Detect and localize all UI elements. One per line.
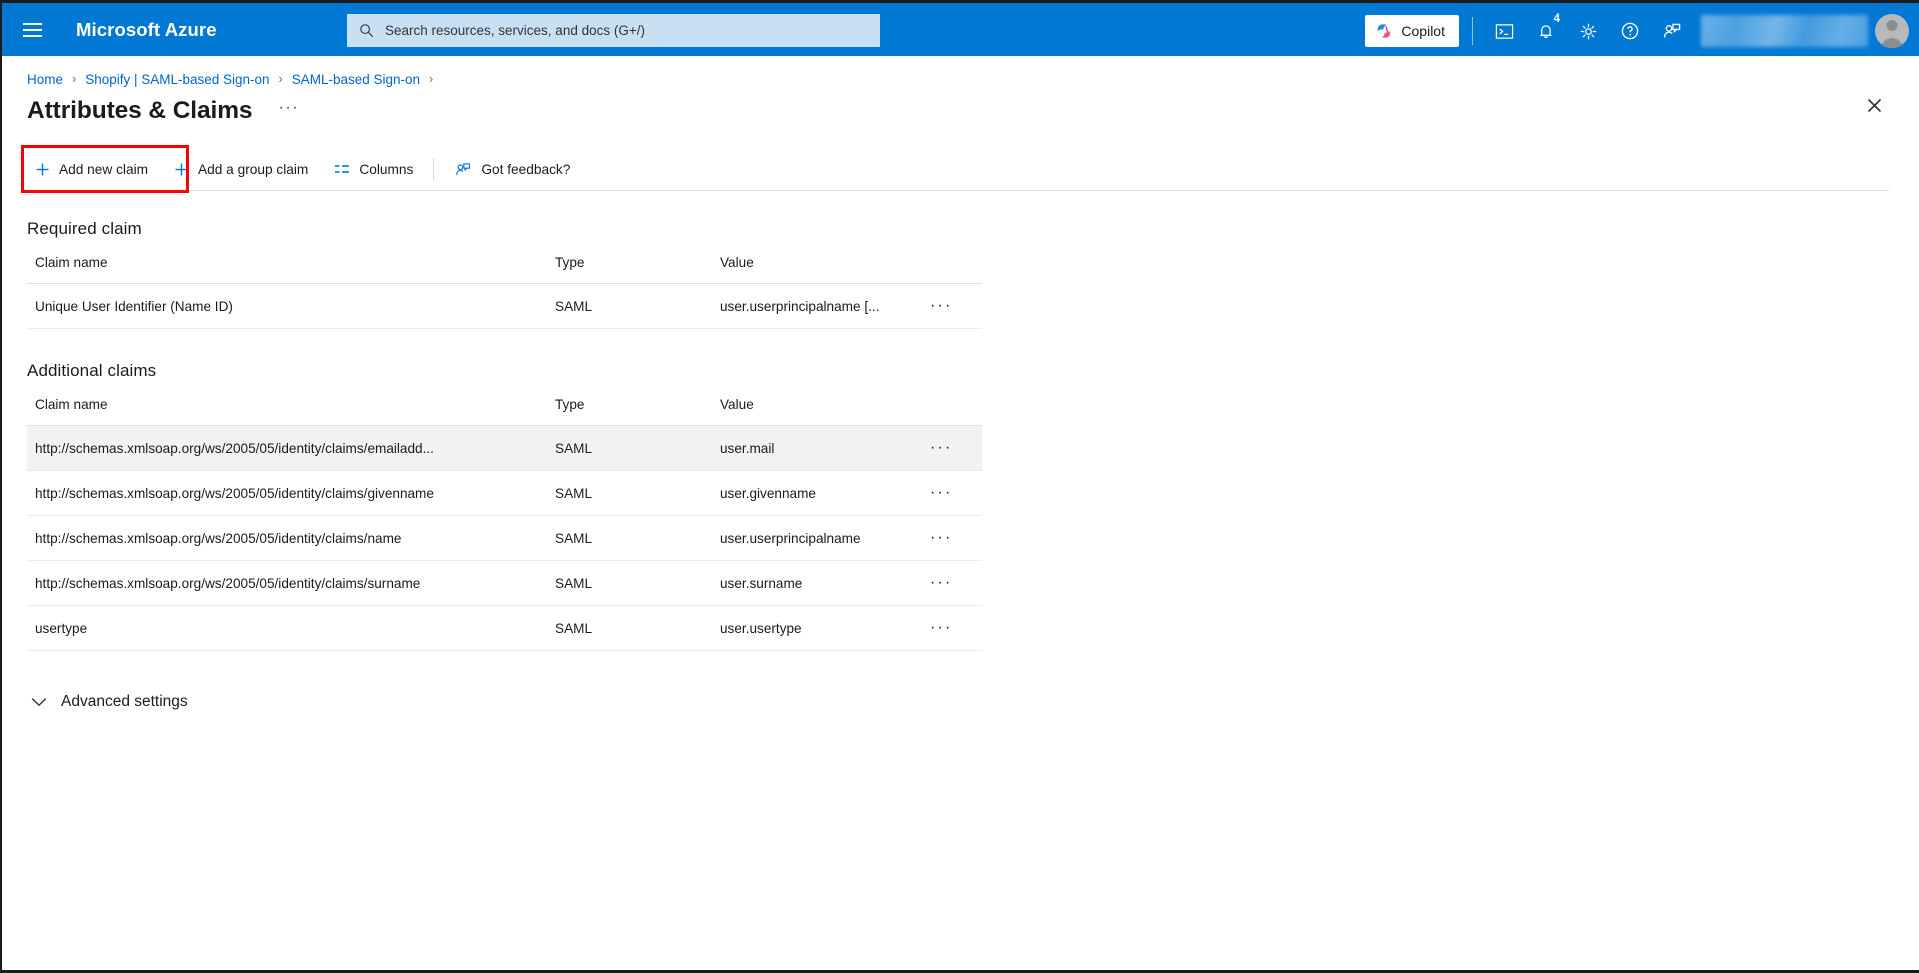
add-group-claim-label: Add a group claim (198, 161, 309, 177)
cell-type: SAML (547, 605, 712, 651)
cell-type: SAML (547, 515, 712, 561)
row-context-menu-button[interactable]: ··· (922, 560, 982, 606)
cell-value: user.givenname (712, 470, 922, 516)
add-group-claim-button[interactable]: Add a group claim (161, 148, 321, 190)
breadcrumb-separator-icon: › (429, 72, 434, 86)
advanced-settings-label: Advanced settings (61, 693, 188, 710)
close-icon (1867, 98, 1881, 112)
column-header-type[interactable]: Type (547, 391, 712, 426)
blade-content: Required claim Claim name Type Value Uni… (2, 219, 1919, 717)
page-more-options-button[interactable]: ··· (272, 96, 305, 120)
columns-icon (334, 162, 350, 176)
columns-label: Columns (359, 161, 414, 177)
breadcrumb-item-shopify-saml[interactable]: Shopify | SAML-based Sign-on (85, 72, 269, 87)
breadcrumb-item-home[interactable]: Home (27, 72, 63, 87)
table-row[interactable]: usertype SAML user.usertype ··· (27, 605, 982, 651)
row-context-menu-button[interactable]: ··· (922, 470, 982, 516)
hamburger-menu-icon[interactable] (8, 2, 56, 58)
add-new-claim-button[interactable]: Add new claim (22, 148, 161, 190)
cell-claim-name: Unique User Identifier (Name ID) (27, 283, 547, 329)
copilot-button[interactable]: Copilot (1365, 15, 1459, 47)
header-divider (1472, 17, 1473, 45)
row-context-menu-button[interactable]: ··· (922, 605, 982, 651)
command-bar-divider (433, 158, 435, 180)
column-header-actions (922, 249, 982, 284)
table-row[interactable]: http://schemas.xmlsoap.org/ws/2005/05/id… (27, 470, 982, 516)
table-row[interactable]: http://schemas.xmlsoap.org/ws/2005/05/id… (27, 515, 982, 561)
cell-value: user.surname (712, 560, 922, 606)
cell-claim-name: usertype (27, 605, 547, 651)
required-claim-heading: Required claim (27, 219, 142, 238)
table-header-row: Claim name Type Value (27, 249, 982, 284)
page-title: Attributes & Claims (27, 97, 253, 124)
cell-claim-name: http://schemas.xmlsoap.org/ws/2005/05/id… (27, 515, 547, 561)
row-context-menu-button[interactable]: ··· (922, 515, 982, 561)
breadcrumb-item-saml-signon[interactable]: SAML-based Sign-on (292, 72, 420, 87)
copilot-icon (1378, 24, 1391, 38)
command-bar: Add new claim Add a group claim Columns … (2, 145, 1919, 193)
add-new-claim-label: Add new claim (59, 161, 149, 177)
breadcrumb: Home › Shopify | SAML-based Sign-on › SA… (2, 56, 1919, 88)
cell-type: SAML (547, 470, 712, 516)
cell-type: SAML (547, 560, 712, 606)
notification-badge-count: 4 (1553, 13, 1560, 25)
copilot-button-label: Copilot (1401, 23, 1445, 39)
column-header-actions (922, 391, 982, 426)
help-question-icon[interactable] (1609, 9, 1651, 53)
additional-claims-table: Claim name Type Value http://schemas.xml… (27, 391, 982, 651)
row-context-menu-button[interactable]: ··· (922, 283, 982, 329)
cell-value: user.mail (712, 425, 922, 471)
plus-icon (35, 162, 50, 177)
columns-button[interactable]: Columns (321, 148, 426, 190)
cell-value: user.userprincipalname [... (712, 283, 922, 329)
cell-claim-name: http://schemas.xmlsoap.org/ws/2005/05/id… (27, 470, 547, 516)
chevron-down-icon (31, 698, 47, 707)
additional-claims-heading: Additional claims (27, 361, 157, 380)
breadcrumb-separator-icon: › (72, 72, 77, 86)
plus-icon (174, 162, 189, 177)
table-row[interactable]: http://schemas.xmlsoap.org/ws/2005/05/id… (27, 425, 982, 471)
advanced-settings-toggle[interactable]: Advanced settings (27, 687, 192, 717)
column-header-claim-name[interactable]: Claim name (27, 249, 547, 284)
table-row[interactable]: Unique User Identifier (Name ID) SAML us… (27, 283, 982, 329)
got-feedback-label: Got feedback? (481, 161, 571, 177)
column-header-type[interactable]: Type (547, 249, 712, 284)
cell-type: SAML (547, 425, 712, 471)
header-actions: Copilot 4 (1365, 3, 1919, 59)
global-search[interactable] (347, 14, 880, 47)
close-blade-button[interactable] (1859, 90, 1889, 120)
search-input[interactable] (383, 22, 868, 39)
column-header-value[interactable]: Value (712, 391, 922, 426)
user-avatar-icon[interactable] (1875, 14, 1909, 48)
cell-type: SAML (547, 283, 712, 329)
breadcrumb-separator-icon: › (278, 72, 283, 86)
command-bar-rule (22, 190, 1889, 191)
account-info-redacted[interactable] (1701, 15, 1868, 47)
azure-portal-window: Microsoft Azure Search resources, servic… (0, 0, 1919, 973)
feedback-person-icon (454, 161, 472, 178)
cloud-shell-icon[interactable] (1483, 9, 1525, 53)
settings-gear-icon[interactable] (1567, 9, 1609, 53)
got-feedback-button[interactable]: Got feedback? (441, 148, 583, 190)
page-header: Attributes & Claims ··· (2, 88, 1919, 126)
cell-value: user.userprincipalname (712, 515, 922, 561)
azure-brand-title[interactable]: Microsoft Azure (76, 19, 217, 41)
column-header-value[interactable]: Value (712, 249, 922, 284)
feedback-person-icon[interactable] (1651, 9, 1693, 53)
cell-claim-name: http://schemas.xmlsoap.org/ws/2005/05/id… (27, 425, 547, 471)
cell-claim-name: http://schemas.xmlsoap.org/ws/2005/05/id… (27, 560, 547, 606)
global-header: Microsoft Azure Search resources, servic… (2, 0, 1919, 56)
table-header-row: Claim name Type Value (27, 391, 982, 426)
cell-value: user.usertype (712, 605, 922, 651)
notifications-bell-icon[interactable]: 4 (1525, 9, 1567, 53)
row-context-menu-button[interactable]: ··· (922, 425, 982, 471)
required-claim-table: Claim name Type Value Unique User Identi… (27, 249, 982, 329)
table-row[interactable]: http://schemas.xmlsoap.org/ws/2005/05/id… (27, 560, 982, 606)
search-icon (360, 24, 374, 38)
column-header-claim-name[interactable]: Claim name (27, 391, 547, 426)
